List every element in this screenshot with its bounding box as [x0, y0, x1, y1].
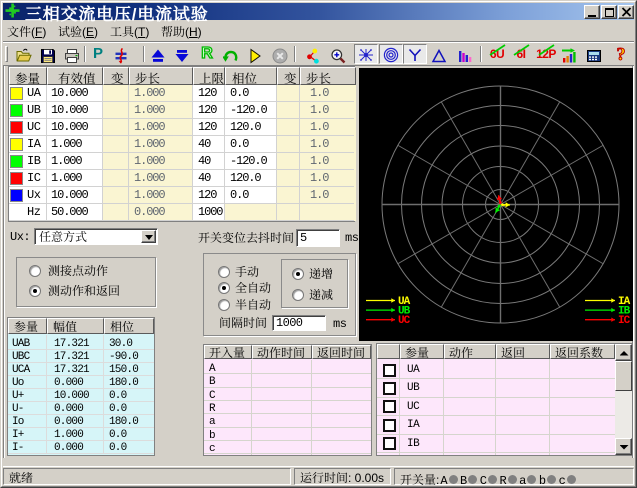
- svg-text:IC: IC: [618, 315, 631, 327]
- svg-text:UC: UC: [398, 315, 411, 327]
